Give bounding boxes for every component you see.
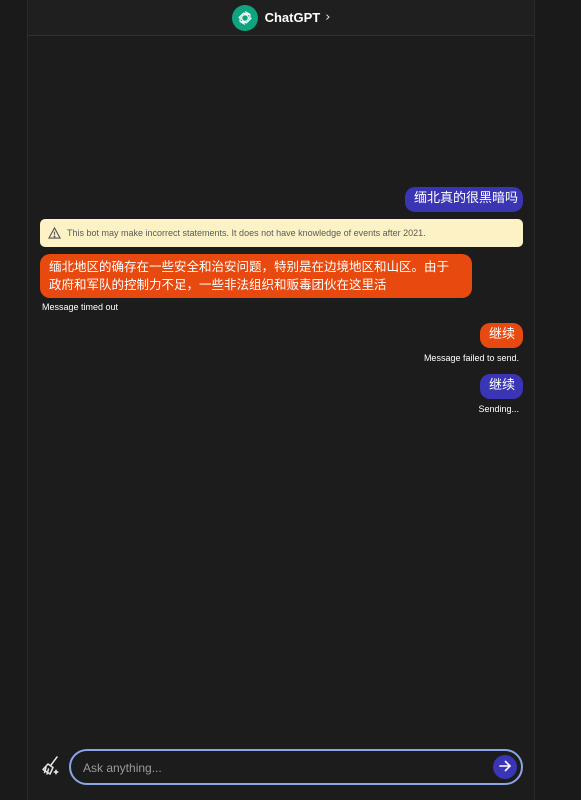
chevron-right-icon: › bbox=[325, 9, 331, 25]
message-status: Sending... bbox=[478, 404, 519, 414]
message-text: 继续 bbox=[489, 378, 516, 393]
disclaimer-text: This bot may make incorrect statements. … bbox=[67, 228, 426, 238]
warning-triangle-icon bbox=[48, 224, 61, 243]
bot-name: ChatGPT bbox=[264, 10, 321, 25]
message-text: 继续 bbox=[489, 327, 516, 342]
message-line: 缅北地区的确存在一些安全和治安问题，特别是在边境地区和山区。由于 bbox=[49, 259, 450, 274]
message-line: 政府和军队的控制力不足，一些非法组织和贩毒团伙在这里活 bbox=[49, 277, 387, 292]
message-status: Message timed out bbox=[42, 302, 119, 312]
composer bbox=[69, 749, 523, 785]
left-margin bbox=[0, 0, 27, 800]
message-input[interactable] bbox=[81, 756, 485, 780]
user-message-bubble: 继续 bbox=[480, 374, 523, 399]
chat-header[interactable]: ChatGPT › bbox=[28, 0, 534, 36]
openai-logo-icon bbox=[231, 4, 258, 31]
bot-message-bubble: 缅北地区的确存在一些安全和治安问题，特别是在边境地区和山区。由于 政府和军队的控… bbox=[40, 254, 472, 298]
chat-window: ChatGPT › 缅北真的很黑暗吗 This bot may make inc… bbox=[27, 0, 535, 800]
message-text: 缅北真的很黑暗吗 bbox=[414, 191, 519, 206]
right-margin bbox=[535, 0, 581, 800]
message-status: Message failed to send. bbox=[423, 353, 519, 363]
failed-message-bubble[interactable]: 继续 bbox=[480, 323, 523, 348]
arrow-right-icon bbox=[498, 758, 512, 777]
broom-icon[interactable] bbox=[40, 755, 62, 777]
disclaimer-banner: This bot may make incorrect statements. … bbox=[40, 219, 523, 247]
user-message-bubble: 缅北真的很黑暗吗 bbox=[405, 187, 523, 212]
send-button[interactable] bbox=[493, 755, 517, 779]
